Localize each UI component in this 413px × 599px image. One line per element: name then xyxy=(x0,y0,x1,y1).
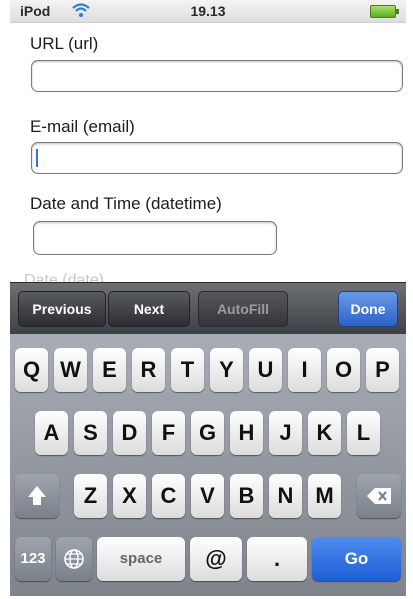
key-i[interactable]: I xyxy=(288,348,321,392)
key-z[interactable]: Z xyxy=(74,474,107,518)
email-label: E-mail (email) xyxy=(30,117,135,136)
at-key[interactable]: @ xyxy=(190,537,242,581)
key-j[interactable]: J xyxy=(269,411,302,455)
key-r[interactable]: R xyxy=(132,348,165,392)
space-key[interactable]: space xyxy=(97,537,185,581)
key-l[interactable]: L xyxy=(347,411,380,455)
globe-key[interactable] xyxy=(56,537,92,581)
go-key[interactable]: Go xyxy=(312,537,401,581)
key-f[interactable]: F xyxy=(152,411,185,455)
datetime-input[interactable] xyxy=(33,221,277,255)
key-q[interactable]: Q xyxy=(15,348,48,392)
email-input[interactable] xyxy=(31,142,403,174)
key-k[interactable]: K xyxy=(308,411,341,455)
key-s[interactable]: S xyxy=(74,411,107,455)
keyboard: Q W E R T Y U I O P A S D F G H J K L Z … xyxy=(10,334,406,596)
shift-key[interactable] xyxy=(15,474,59,518)
globe-icon xyxy=(56,537,92,581)
dot-key[interactable]: . xyxy=(247,537,307,581)
key-u[interactable]: U xyxy=(249,348,282,392)
key-h[interactable]: H xyxy=(230,411,263,455)
key-x[interactable]: X xyxy=(113,474,146,518)
form-accessory-bar: Previous Next AutoFill Done xyxy=(10,282,406,335)
url-input[interactable] xyxy=(31,60,403,92)
key-a[interactable]: A xyxy=(35,411,68,455)
key-e[interactable]: E xyxy=(93,348,126,392)
datetime-label: Date and Time (datetime) xyxy=(30,194,222,213)
ios-safari-form-screen: iPod 19.13 URL (url) E-mail (email) Date… xyxy=(0,0,413,599)
key-b[interactable]: B xyxy=(230,474,263,518)
key-o[interactable]: O xyxy=(327,348,360,392)
key-c[interactable]: C xyxy=(152,474,185,518)
shift-arrow-icon xyxy=(15,474,59,518)
key-m[interactable]: M xyxy=(308,474,341,518)
key-p[interactable]: P xyxy=(366,348,399,392)
autofill-button[interactable]: AutoFill xyxy=(198,291,288,327)
numbers-key[interactable]: 123 xyxy=(15,537,51,581)
next-button[interactable]: Next xyxy=(108,291,190,327)
url-label: URL (url) xyxy=(30,34,99,53)
status-time: 19.13 xyxy=(190,3,226,19)
text-cursor xyxy=(36,149,38,167)
key-g[interactable]: G xyxy=(191,411,224,455)
backspace-icon xyxy=(357,474,401,518)
delete-key[interactable] xyxy=(357,474,401,518)
key-n[interactable]: N xyxy=(269,474,302,518)
status-bar: iPod 19.13 xyxy=(10,0,406,23)
key-d[interactable]: D xyxy=(113,411,146,455)
key-y[interactable]: Y xyxy=(210,348,243,392)
key-t[interactable]: T xyxy=(171,348,204,392)
battery-icon xyxy=(370,5,399,18)
form-area: URL (url) E-mail (email) Date and Time (… xyxy=(10,22,406,282)
key-v[interactable]: V xyxy=(191,474,224,518)
done-button[interactable]: Done xyxy=(338,291,398,327)
key-w[interactable]: W xyxy=(54,348,87,392)
previous-button[interactable]: Previous xyxy=(18,291,106,327)
